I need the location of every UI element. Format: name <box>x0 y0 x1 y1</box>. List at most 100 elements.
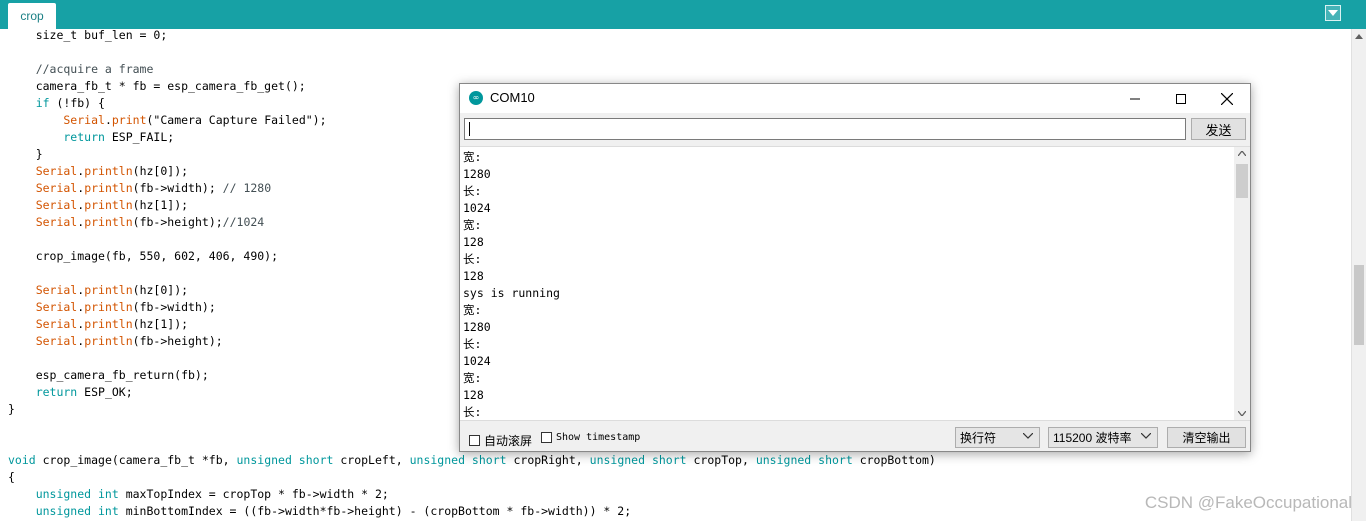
scroll-up-icon[interactable] <box>1355 34 1363 39</box>
code-token: Serial <box>8 113 105 127</box>
close-button[interactable] <box>1204 84 1250 113</box>
chevron-down-icon <box>1328 10 1338 16</box>
code-token: unsigned int <box>8 487 119 501</box>
checkbox-box[interactable] <box>469 435 480 446</box>
clear-output-button[interactable]: 清空输出 <box>1167 427 1246 448</box>
code-token: cropLeft, <box>333 453 410 467</box>
code-line: { <box>8 469 15 486</box>
send-input[interactable] <box>464 118 1186 140</box>
line-ending-value: 换行符 <box>960 431 997 445</box>
code-line: void crop_image(camera_fb_t *fb, unsigne… <box>8 452 936 469</box>
code-token: (!fb) { <box>49 96 105 110</box>
output-line: 宽: <box>463 218 482 232</box>
output-line: 宽: <box>463 371 482 385</box>
checkbox-box[interactable] <box>541 432 552 443</box>
code-token: crop_image(camera_fb_t *fb, <box>35 453 237 467</box>
code-token: if <box>8 96 50 110</box>
output-line: 128 <box>463 235 484 249</box>
code-token: (hz[1]); <box>132 198 189 212</box>
code-line: return ESP_OK; <box>8 384 133 401</box>
output-line: 128 <box>463 269 484 283</box>
scroll-down-icon[interactable] <box>1238 411 1246 416</box>
code-token: (hz[0]); <box>132 283 189 297</box>
code-token: println <box>84 317 133 331</box>
code-token: ("Camera Capture Failed"); <box>146 113 327 127</box>
code-line: } <box>8 401 15 418</box>
code-token: unsigned short <box>409 453 507 467</box>
output-line: 长: <box>463 184 482 198</box>
code-token: (fb->width); <box>132 181 223 195</box>
code-token: size_t buf_len = 0; <box>8 29 168 42</box>
code-token: } <box>8 147 43 161</box>
window-title: COM10 <box>490 90 535 105</box>
close-icon <box>1221 92 1233 105</box>
watermark: CSDN @FakeOccupational <box>1144 493 1352 512</box>
code-line: //acquire a frame <box>8 61 154 78</box>
code-token: println <box>84 300 133 314</box>
output-line: 长: <box>463 337 482 351</box>
scrollbar-thumb[interactable] <box>1236 164 1248 198</box>
code-token: ESP_FAIL; <box>104 130 175 144</box>
output-line: 长: <box>463 252 482 266</box>
baud-rate-value: 115200 波特率 <box>1053 431 1132 445</box>
code-token: unsigned short <box>236 453 334 467</box>
code-token: unsigned short <box>755 453 853 467</box>
output-line: 宽: <box>463 150 482 164</box>
code-token: return <box>8 385 78 399</box>
code-line: size_t buf_len = 0; <box>8 29 168 44</box>
code-token: Serial <box>8 317 78 331</box>
minimize-button[interactable] <box>1112 84 1158 113</box>
tab-label: crop <box>20 9 44 23</box>
code-token: . <box>104 113 112 127</box>
code-token: camera_fb_t * fb = esp_camera_fb_get(); <box>8 79 306 93</box>
code-line: Serial.println(fb->height);//1024 <box>8 214 265 231</box>
code-token: (hz[1]); <box>132 317 189 331</box>
code-token: } <box>8 402 15 416</box>
baud-rate-select[interactable]: 115200 波特率 <box>1048 427 1158 448</box>
output-scrollbar[interactable] <box>1234 147 1250 420</box>
chevron-down-icon <box>1023 433 1033 439</box>
code-token: esp_camera_fb_return(fb); <box>8 368 209 382</box>
serial-monitor-window: ∞ COM10 发送 宽: 1280 长: 1024 宽: 128 长: 128… <box>459 83 1251 452</box>
line-ending-select[interactable]: 换行符 <box>955 427 1040 448</box>
code-token: println <box>84 181 133 195</box>
timestamp-checkbox[interactable]: Show timestamp <box>541 432 640 443</box>
code-token: return <box>8 130 105 144</box>
output-line: sys is running <box>463 286 560 300</box>
autoscroll-label: 自动滚屏 <box>484 434 533 448</box>
output-line: 1024 <box>463 201 491 215</box>
code-token: unsigned int <box>8 504 119 518</box>
chevron-down-icon <box>1141 433 1151 439</box>
scrollbar-thumb[interactable] <box>1354 265 1364 345</box>
autoscroll-checkbox[interactable]: 自动滚屏 <box>469 432 532 449</box>
code-token: println <box>84 334 133 348</box>
code-line: camera_fb_t * fb = esp_camera_fb_get(); <box>8 78 306 95</box>
code-token: Serial <box>8 300 78 314</box>
maximize-button[interactable] <box>1158 84 1204 113</box>
output-line: 1280 <box>463 320 491 334</box>
arduino-icon: ∞ <box>469 91 483 105</box>
serial-output[interactable]: 宽: 1280 长: 1024 宽: 128 长: 128 sys is running 宽: 12… <box>460 146 1250 421</box>
title-bar: ∞ COM10 <box>460 84 1250 113</box>
code-token: { <box>8 470 15 484</box>
editor-scrollbar[interactable] <box>1351 29 1366 521</box>
output-line: 宽: <box>463 303 482 317</box>
code-token: println <box>84 283 133 297</box>
output-line: 长: <box>463 405 482 419</box>
code-line: Serial.println(fb->height); <box>8 333 223 350</box>
code-token: (fb->width); <box>132 300 216 314</box>
send-button[interactable]: 发送 <box>1191 118 1246 140</box>
code-token: cropRight, <box>506 453 590 467</box>
code-line: Serial.println(hz[0]); <box>8 282 188 299</box>
tab-menu-button[interactable] <box>1325 5 1341 21</box>
code-line: unsigned int maxTopIndex = cropTop * fb-… <box>8 486 389 503</box>
code-line: Serial.println(hz[1]); <box>8 316 188 333</box>
code-line: Serial.println(hz[1]); <box>8 197 188 214</box>
code-line: Serial.println(fb->width); <box>8 299 216 316</box>
scroll-up-icon[interactable] <box>1238 151 1246 156</box>
code-token: ESP_OK; <box>77 385 133 399</box>
code-line: unsigned int minBottomIndex = ((fb->widt… <box>8 503 631 520</box>
output-line: 128 <box>463 388 484 402</box>
tab-crop[interactable]: crop <box>8 3 56 29</box>
code-token: println <box>84 215 133 229</box>
